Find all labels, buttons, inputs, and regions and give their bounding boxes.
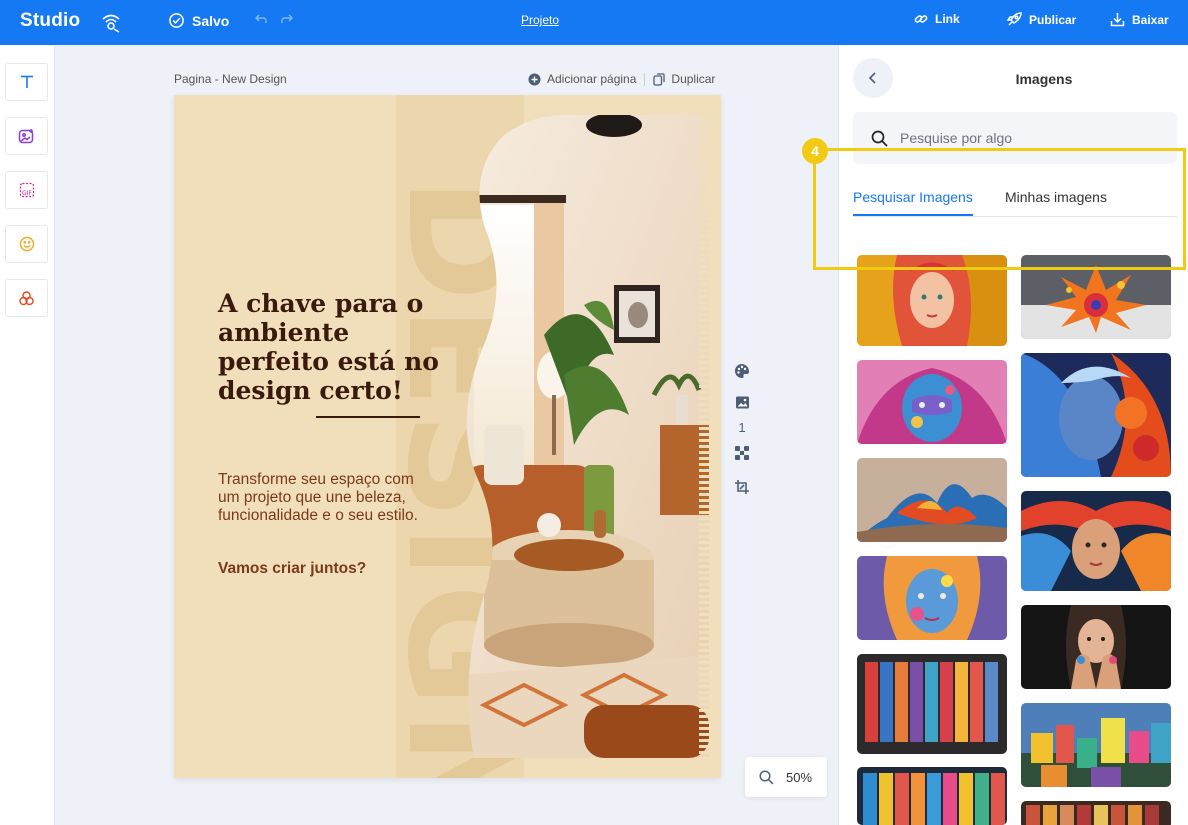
text-tool-button[interactable]	[5, 63, 48, 101]
headline-underline	[316, 416, 420, 418]
gif-tool-button[interactable]: GIF	[5, 171, 48, 209]
image-thumbnail[interactable]	[857, 767, 1007, 825]
zoom-control[interactable]: 50%	[745, 757, 827, 797]
image-thumbnail[interactable]	[857, 654, 1007, 754]
rocket-icon	[1006, 12, 1022, 26]
project-menu[interactable]: Projeto	[521, 13, 559, 27]
gif-icon: GIF	[19, 182, 34, 198]
image-thumbnail[interactable]	[857, 458, 1007, 542]
search-placeholder: Pesquise por algo	[900, 130, 1013, 146]
page-actions: Adicionar página Duplicar	[528, 72, 715, 86]
grid-apps-icon[interactable]	[734, 445, 750, 461]
brush-logo-icon	[102, 14, 120, 33]
duplicate-label: Duplicar	[671, 72, 716, 86]
duplicate-button[interactable]: Duplicar	[653, 72, 715, 86]
body-paragraph[interactable]: Transforme seu espaço com um projeto que…	[218, 471, 438, 525]
palette-icon[interactable]	[734, 363, 750, 379]
call-to-action[interactable]: Vamos criar juntos?	[218, 560, 366, 578]
image-thumbnail[interactable]	[1021, 605, 1171, 689]
saved-status[interactable]: Salvo	[168, 12, 229, 29]
link-label: Link	[935, 12, 960, 26]
headline[interactable]: A chave para o ambiente perfeito está no…	[218, 289, 448, 405]
image-thumbnail[interactable]	[857, 556, 1007, 640]
background-image-icon[interactable]	[735, 395, 750, 410]
emoji-tool-button[interactable]	[5, 225, 48, 263]
image-thumbnail[interactable]	[1021, 703, 1171, 787]
download-label: Baixar	[1132, 12, 1169, 27]
page-number: 1	[738, 420, 746, 435]
undo-icon[interactable]	[255, 13, 267, 25]
zoom-level: 50%	[786, 769, 813, 785]
image-thumbnail[interactable]	[1021, 491, 1171, 591]
top-bar: Studio Salvo Projeto Link Publicar Baixa…	[0, 0, 1188, 45]
living-room-photo[interactable]	[464, 115, 709, 758]
back-button[interactable]	[853, 58, 893, 98]
saved-label: Salvo	[192, 12, 230, 29]
copy-icon	[653, 72, 666, 86]
elements-tool-button[interactable]	[5, 279, 48, 317]
plus-circle-icon	[528, 73, 541, 85]
cloud-check-icon	[169, 13, 184, 28]
page-label: Pagina - New Design	[174, 72, 287, 86]
publish-label: Publicar	[1029, 13, 1077, 27]
download-button[interactable]: Baixar	[1110, 12, 1169, 27]
image-thumbnail[interactable]	[1021, 801, 1171, 825]
add-page-label: Adicionar página	[547, 72, 637, 86]
panel-title: Imagens	[1015, 71, 1073, 87]
chevron-left-icon	[868, 72, 876, 84]
link-button[interactable]: Link	[914, 12, 960, 26]
app-logo[interactable]: Studio	[20, 10, 80, 32]
add-page-button[interactable]: Adicionar página	[528, 72, 636, 86]
image-tool-button[interactable]	[5, 117, 48, 155]
divider	[644, 72, 646, 86]
shapes-icon	[19, 290, 34, 305]
search-icon	[871, 130, 888, 147]
tutorial-highlight-frame	[813, 148, 1186, 270]
design-page[interactable]: DESIGN A chave para o ambiente perfeito …	[174, 95, 721, 778]
crop-icon[interactable]	[734, 479, 750, 495]
smiley-icon	[19, 236, 34, 252]
redo-icon[interactable]	[281, 13, 293, 25]
image-thumbnail[interactable]	[857, 360, 1007, 444]
image-thumbnail[interactable]	[1021, 353, 1171, 477]
page-side-controls: 1	[731, 363, 753, 495]
publish-button[interactable]: Publicar	[1006, 12, 1076, 28]
zoom-search-icon	[759, 769, 774, 785]
svg-text:GIF: GIF	[22, 190, 32, 197]
link-icon	[914, 15, 928, 23]
text-T-icon	[20, 75, 33, 88]
download-icon	[1110, 13, 1125, 27]
image-add-icon	[18, 128, 34, 143]
tutorial-step-badge: 4	[802, 138, 828, 164]
undo-redo-group	[255, 13, 293, 25]
left-toolbar: GIF	[0, 45, 55, 825]
